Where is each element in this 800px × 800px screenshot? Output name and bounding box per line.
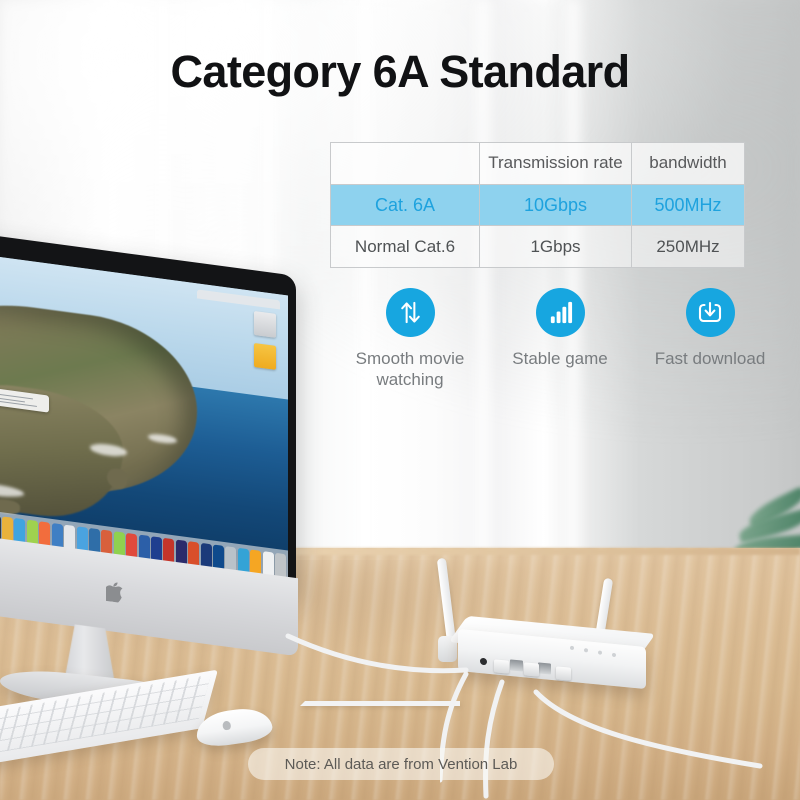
page-title: Category 6A Standard: [170, 46, 631, 97]
signal-bars-icon: [535, 288, 585, 337]
screen-desktop-icon: [254, 311, 276, 339]
table-header-blank: [331, 143, 479, 184]
footnote: Note: All data are from Vention Lab: [248, 748, 554, 780]
table-header-row: Transmission rate bandwidth: [331, 143, 744, 184]
feature-label: Stable game: [512, 349, 608, 368]
table-header-bandwidth: bandwidth: [631, 143, 744, 184]
transfer-arrows-icon: [385, 288, 435, 337]
screen-desktop-icon: [254, 342, 276, 370]
table-cell-name: Cat. 6A: [374, 194, 436, 215]
imac-computer: [0, 228, 358, 716]
table-cell-bandwidth: 250MHz: [631, 226, 744, 268]
imac-screen: [0, 240, 288, 584]
feature-item-fast-download: Fast download: [640, 288, 780, 391]
cable-router-runs: [440, 671, 763, 799]
comparison-table: Transmission rate bandwidth Cat. 6A 10Gb…: [330, 142, 745, 268]
table-row: Cat. 6A 10Gbps 500MHz: [331, 183, 744, 226]
feature-item-stable-game: Stable game: [490, 288, 630, 391]
feature-list: Smooth movie watching Stable game Fast d…: [340, 288, 780, 391]
download-tray-icon: [685, 288, 735, 337]
table-cell-transmission-rate: 1Gbps: [479, 226, 631, 268]
feature-label: Smooth movie watching: [355, 349, 465, 390]
table-cell-name: Normal Cat.6: [354, 236, 456, 256]
product-banner: Category 6A Standard Transmission rate b…: [0, 0, 800, 800]
feature-item-smooth-movie: Smooth movie watching: [340, 288, 480, 391]
table-cell-transmission-rate: 10Gbps: [479, 184, 631, 226]
feature-label: Fast download: [654, 349, 766, 368]
table-cell-bandwidth: 500MHz: [631, 184, 744, 226]
table-row: Normal Cat.6 1Gbps 250MHz: [331, 225, 744, 268]
apple-logo-icon: [106, 582, 123, 604]
table-header-transmission-rate: Transmission rate: [479, 143, 631, 184]
